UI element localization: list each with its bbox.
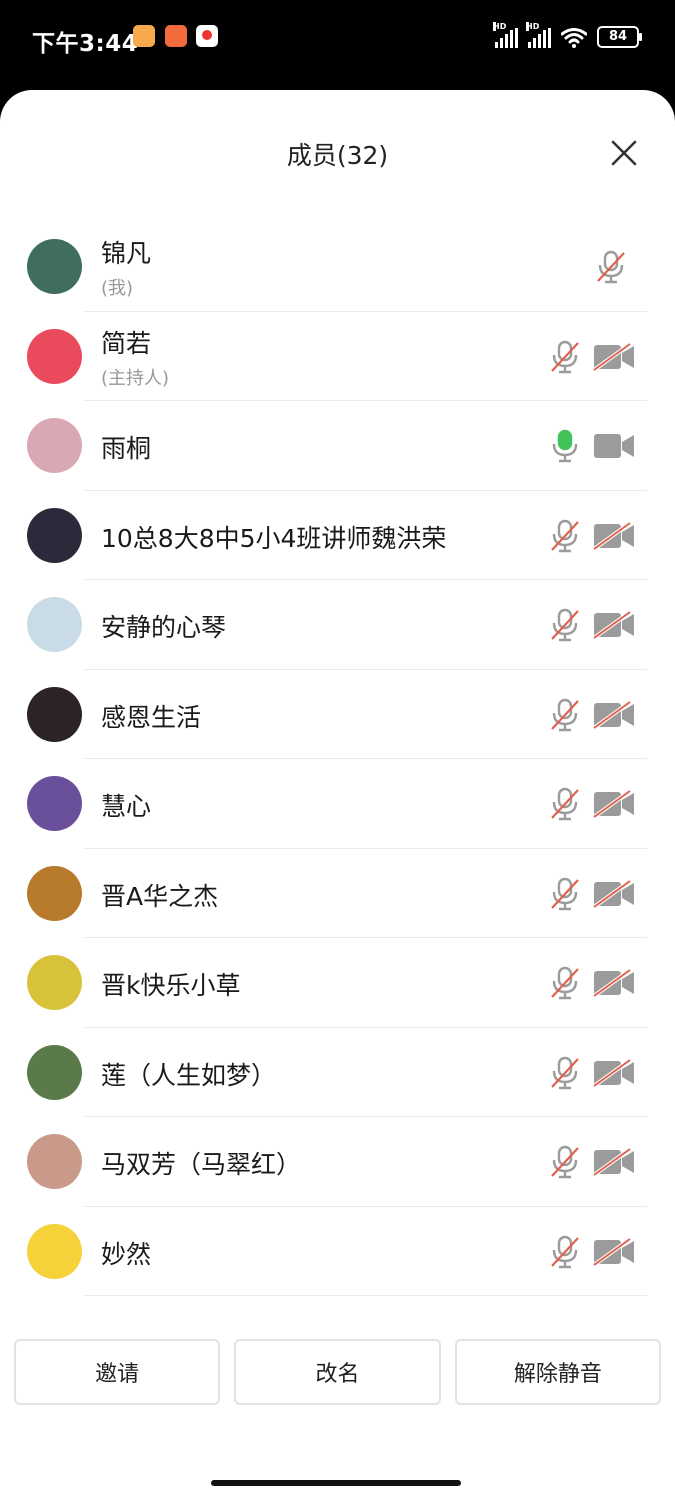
camera-icon[interactable] — [593, 611, 635, 639]
avatar — [27, 1044, 82, 1100]
microphone-icon[interactable] — [549, 429, 581, 463]
list-item[interactable]: 慧心 — [0, 759, 675, 849]
member-name: 慧心 — [101, 792, 152, 821]
avatar — [27, 865, 82, 921]
notes-app-icon — [133, 25, 155, 47]
member-name: 莲（人生如梦） — [101, 1060, 277, 1090]
invite-button[interactable]: 邀请 — [14, 1339, 221, 1405]
status-bar: 下午3:44 HD HD 84 — [0, 0, 675, 90]
wifi-icon — [561, 28, 587, 48]
list-item[interactable]: 10总8大8中5小4班讲师魏洪荣 — [0, 491, 675, 580]
unmute-button[interactable]: 解除静音 — [454, 1339, 661, 1405]
avatar — [27, 597, 82, 652]
member-role: (主持人) — [101, 367, 170, 389]
avatar — [27, 776, 82, 831]
map-app-icon — [196, 25, 218, 47]
microphone-icon[interactable] — [549, 698, 581, 732]
member-name: 晋A华之杰 — [101, 881, 219, 911]
microphone-icon[interactable] — [595, 250, 627, 284]
member-name: 10总8大8中5小4班讲师魏洪荣 — [101, 523, 447, 553]
list-item[interactable]: 锦凡 (我) — [0, 222, 675, 312]
list-item[interactable] — [0, 1296, 675, 1312]
microphone-icon[interactable] — [549, 877, 581, 911]
list-item[interactable]: 简若 (主持人) — [0, 312, 675, 401]
list-item[interactable]: 晋k快乐小草 — [0, 938, 675, 1028]
avatar — [27, 328, 82, 384]
member-name: 马双芳（马翠红） — [101, 1150, 302, 1179]
microphone-icon[interactable] — [549, 966, 581, 1000]
camera-icon[interactable] — [593, 1148, 635, 1176]
avatar — [27, 1134, 82, 1189]
member-role: (我) — [101, 278, 134, 299]
camera-icon[interactable] — [593, 342, 635, 371]
microphone-icon[interactable] — [549, 787, 581, 821]
member-name: 锦凡 — [101, 239, 152, 268]
microphone-icon[interactable] — [549, 1235, 581, 1269]
list-item[interactable]: 感恩生活 — [0, 670, 675, 759]
page-title: 成员(32) — [286, 141, 389, 170]
network-label: HD — [526, 22, 540, 31]
rename-button[interactable]: 改名 — [234, 1339, 441, 1405]
camera-icon[interactable] — [593, 879, 635, 908]
camera-icon[interactable] — [593, 700, 635, 729]
microphone-icon[interactable] — [549, 1145, 581, 1179]
microphone-icon[interactable] — [549, 608, 581, 642]
network-label: HD — [493, 22, 507, 31]
list-item[interactable]: 安静的心琴 — [0, 580, 675, 670]
status-time: 下午3:44 — [32, 31, 139, 57]
camera-icon[interactable] — [593, 521, 635, 550]
close-icon[interactable] — [611, 140, 637, 166]
action-bar: 邀请 改名 解除静音 — [14, 1339, 661, 1405]
list-item[interactable]: 莲（人生如梦） — [0, 1028, 675, 1117]
list-item[interactable]: 妙然 — [0, 1207, 675, 1296]
avatar — [27, 239, 82, 294]
taobao-app-icon — [165, 25, 187, 47]
member-name: 简若 — [101, 328, 152, 358]
camera-icon[interactable] — [593, 1058, 635, 1087]
avatar — [27, 507, 82, 563]
list-item[interactable]: 雨桐 — [0, 401, 675, 491]
avatar — [27, 418, 82, 473]
avatar — [27, 1223, 82, 1279]
signal-icon: HD — [526, 22, 551, 48]
member-name: 妙然 — [101, 1239, 152, 1269]
list-item[interactable]: 马双芳（马翠红） — [0, 1117, 675, 1207]
microphone-icon[interactable] — [549, 519, 581, 553]
member-name: 安静的心琴 — [101, 613, 227, 642]
microphone-icon[interactable] — [549, 340, 581, 374]
signal-icon: HD — [493, 22, 518, 48]
camera-icon[interactable] — [593, 432, 635, 460]
camera-icon[interactable] — [593, 1237, 635, 1266]
member-list[interactable]: 锦凡 (我) 简若 (主持人) 雨桐 10总8大8中5小4班讲师魏洪荣 安静的心琴感恩生活慧… — [0, 222, 675, 1312]
list-item[interactable]: 晋A华之杰 — [0, 849, 675, 938]
camera-icon[interactable] — [593, 790, 635, 818]
members-sheet: 成员(32) 锦凡 (我) 简若 (主持人) 雨桐 10总8大8中5小4班讲师魏洪荣 安静的… — [0, 90, 675, 1500]
avatar — [27, 955, 82, 1010]
camera-icon[interactable] — [593, 969, 635, 997]
member-name: 雨桐 — [101, 434, 152, 463]
avatar — [27, 686, 82, 742]
home-indicator[interactable] — [211, 1480, 461, 1486]
battery-icon: 84 — [597, 26, 642, 48]
battery-level: 84 — [608, 29, 628, 44]
member-name: 感恩生活 — [101, 702, 202, 732]
member-name: 晋k快乐小草 — [101, 971, 241, 1000]
microphone-icon[interactable] — [549, 1056, 581, 1090]
sheet-header: 成员(32) — [0, 90, 675, 222]
